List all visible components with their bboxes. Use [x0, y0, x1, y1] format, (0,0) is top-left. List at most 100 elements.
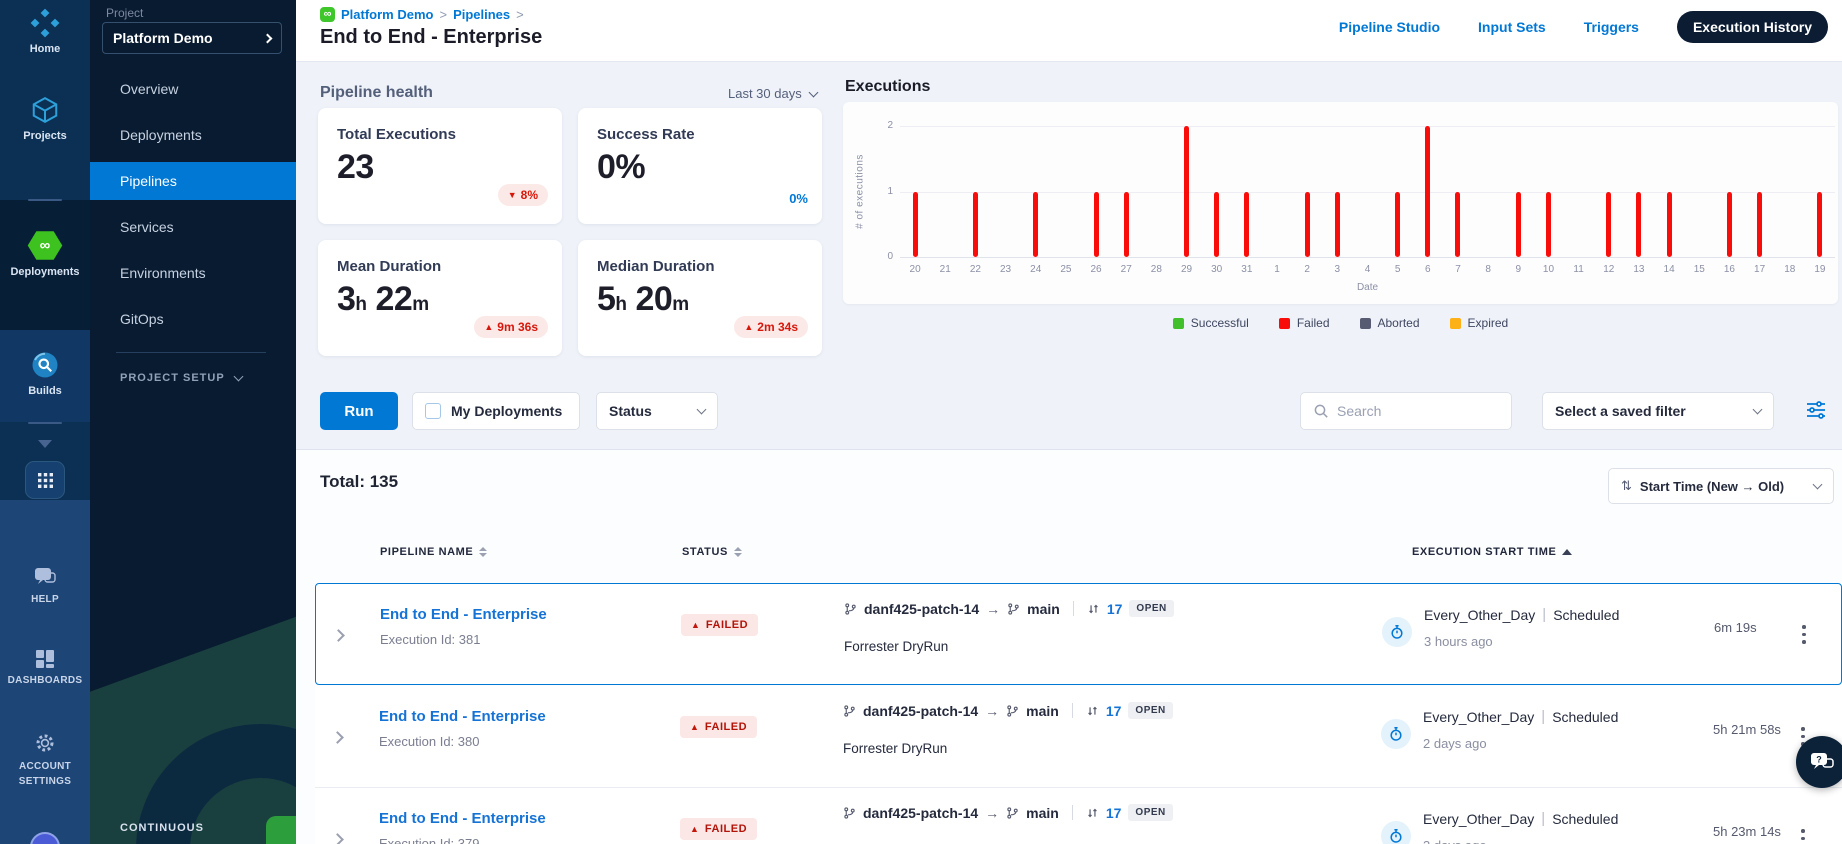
chart-bar [1334, 191, 1340, 257]
continuous-section-label: CONTINUOUS [120, 822, 204, 834]
column-status[interactable]: STATUS [682, 546, 742, 558]
sidebar-item-gitops[interactable]: GitOps [90, 296, 296, 342]
legend-label: Successful [1190, 316, 1249, 330]
total-count: Total: 135 [320, 472, 399, 491]
rail-item-help[interactable]: ? HELP [0, 565, 90, 605]
expand-chevron-icon[interactable] [331, 731, 344, 744]
breadcrumb-project-link[interactable]: Platform Demo [341, 7, 433, 22]
target-branch[interactable]: main [1026, 703, 1059, 719]
sidebar-item-environments[interactable]: Environments [90, 250, 296, 296]
chart-bar [912, 191, 918, 257]
execution-row[interactable]: End to End - Enterprise Execution Id: 37… [315, 788, 1842, 844]
tab-pipeline-studio[interactable]: Pipeline Studio [1339, 19, 1440, 35]
source-branch[interactable]: danf425-patch-14 [864, 601, 979, 617]
chart-bar [1726, 191, 1732, 257]
filter-panel-button[interactable] [1804, 398, 1828, 427]
rail-item-dashboards[interactable]: DASHBOARDS [0, 648, 90, 686]
tab-input-sets[interactable]: Input Sets [1478, 19, 1546, 35]
source-branch[interactable]: danf425-patch-14 [863, 805, 978, 821]
source-branch[interactable]: danf425-patch-14 [863, 703, 978, 719]
help-chat-fab[interactable]: ? [1796, 736, 1842, 788]
search-input[interactable] [1337, 403, 1487, 419]
chevron-right-icon [262, 33, 273, 43]
chart-bar [1425, 126, 1431, 257]
y-tick-label: 2 [887, 120, 893, 131]
gridline [900, 191, 1835, 193]
pipeline-name-link[interactable]: End to End - Enterprise [379, 708, 546, 725]
project-setup-toggle[interactable]: PROJECT SETUP [120, 371, 244, 384]
breadcrumb-pipelines-link[interactable]: Pipelines [453, 7, 510, 22]
legend-item[interactable]: Successful [1172, 316, 1249, 330]
x-tick-label: 18 [1784, 264, 1796, 275]
sidebar-item-overview[interactable]: Overview [90, 66, 296, 112]
y-axis-label: # of executions [854, 154, 866, 229]
target-branch[interactable]: main [1027, 601, 1060, 617]
gear-icon [0, 732, 90, 754]
pipeline-name-link[interactable]: End to End - Enterprise [379, 810, 546, 827]
stat-label: Median Duration [597, 258, 715, 275]
pr-number-link[interactable]: 17 [1106, 703, 1122, 719]
build-info: danf425-patch-14 → main 17 OPEN [843, 702, 1173, 719]
rail-item-builds[interactable]: Builds [0, 350, 90, 397]
rail-item-projects[interactable]: Projects [0, 95, 90, 142]
execution-row[interactable]: End to End - Enterprise Execution Id: 38… [315, 686, 1842, 788]
saved-filter-dropdown[interactable]: Select a saved filter [1542, 392, 1774, 430]
arrow-icon: → [985, 804, 1000, 821]
row-menu-button[interactable] [1798, 621, 1810, 648]
legend-item[interactable]: Expired [1449, 316, 1508, 330]
sidebar-item-services[interactable]: Services [90, 204, 296, 250]
x-tick-label: 11 [1573, 264, 1584, 275]
rail-item-home[interactable]: Home [0, 8, 90, 55]
status-dropdown[interactable]: Status [596, 392, 718, 430]
failed-icon: ▲ [690, 721, 699, 732]
stat-card-total-executions: Total Executions 23 ▼ 8% [318, 108, 562, 224]
x-tick-label: 4 [1364, 264, 1371, 275]
column-execution-start-time[interactable]: EXECUTION START TIME [1412, 546, 1573, 558]
time-range-dropdown[interactable]: Last 30 days [728, 86, 819, 101]
column-label: STATUS [682, 546, 728, 558]
pr-number-link[interactable]: 17 [1107, 601, 1123, 617]
sidebar-item-deployments[interactable]: Deployments [90, 112, 296, 158]
tab-execution-history[interactable]: Execution History [1676, 11, 1828, 43]
execution-row[interactable]: End to End - Enterprise Execution Id: 38… [315, 583, 1842, 685]
expand-chevron-icon[interactable] [331, 833, 344, 844]
collapse-chevron-icon[interactable] [38, 440, 52, 448]
rail-item-deployments[interactable]: ∞ Deployments [0, 230, 90, 278]
tab-triggers[interactable]: Triggers [1584, 19, 1639, 35]
schedule-info: Every_Other_Day | Scheduled [1424, 606, 1619, 623]
pipeline-health-title: Pipeline health [320, 84, 433, 101]
rail-item-label: Builds [28, 385, 62, 397]
module-grid-button[interactable] [25, 461, 65, 499]
stat-card-success-rate: Success Rate 0% 0% [578, 108, 822, 224]
sidebar-item-pipelines[interactable]: Pipelines [90, 162, 296, 200]
x-tick-label: 5 [1394, 264, 1401, 275]
status-badge: ▲ FAILED [680, 716, 758, 738]
legend-item[interactable]: Failed [1278, 316, 1330, 330]
duration: 5h 23m 14s [1713, 824, 1781, 839]
git-branch-icon [1007, 806, 1018, 819]
trend-badge: 0% [789, 191, 808, 206]
target-branch[interactable]: main [1026, 805, 1059, 821]
pr-number-link[interactable]: 17 [1106, 805, 1122, 821]
my-deployments-filter[interactable]: My Deployments [412, 392, 580, 430]
git-branch-icon [1008, 602, 1019, 615]
run-button[interactable]: Run [320, 392, 398, 430]
sort-dropdown[interactable]: ⇅ Start Time (New → Old) [1608, 468, 1834, 504]
project-selector[interactable]: Platform Demo [102, 22, 282, 54]
failed-icon: ▲ [691, 619, 700, 630]
legend-item[interactable]: Aborted [1359, 316, 1420, 330]
row-menu-button[interactable] [1797, 825, 1809, 844]
column-pipeline-name[interactable]: PIPELINE NAME [380, 546, 488, 558]
expand-chevron-icon[interactable] [332, 629, 345, 642]
x-tick-label: 12 [1603, 264, 1615, 275]
project-sidebar: Project Platform Demo Overview Deploymen… [90, 0, 296, 844]
trend-badge: ▼ 8% [497, 184, 548, 206]
pipeline-name-link[interactable]: End to End - Enterprise [380, 606, 547, 623]
app-root: Home Projects ∞ Deployments Builds HELP … [0, 0, 1842, 844]
checkbox-icon[interactable] [425, 403, 441, 419]
start-time: 2 days ago [1423, 736, 1487, 751]
trend-value: 9m 36s [497, 320, 538, 334]
project-section-label: Project [106, 6, 144, 20]
gridline [900, 126, 1835, 127]
rail-item-account-settings[interactable]: ACCOUNT SETTINGS [0, 732, 90, 789]
